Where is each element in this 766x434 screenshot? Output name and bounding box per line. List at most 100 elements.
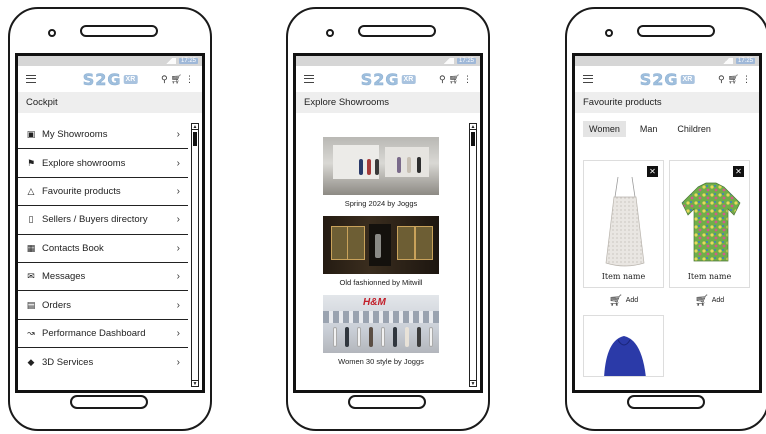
menu-item-contacts-book[interactable]: ▦ Contacts Book › bbox=[18, 235, 188, 263]
chevron-right-icon: › bbox=[176, 129, 180, 141]
menu-item-messages[interactable]: ✉ Messages › bbox=[18, 263, 188, 292]
chevron-right-icon: › bbox=[176, 185, 180, 197]
cart-add-icon: 🛒︎ bbox=[608, 295, 623, 307]
page-title: Cockpit bbox=[18, 92, 202, 113]
scroll-down-icon[interactable]: ▼ bbox=[192, 380, 198, 387]
signal-icon bbox=[718, 58, 733, 64]
status-time: 17:25 bbox=[456, 58, 476, 64]
scrollbar[interactable]: ▲ ▼ bbox=[191, 123, 199, 387]
app-bar: S2G XR ⚲ 🛒︎ ⋮ bbox=[575, 66, 759, 92]
status-bar: 17:25 bbox=[296, 56, 480, 66]
chevron-right-icon: › bbox=[176, 271, 180, 283]
home-button[interactable] bbox=[627, 395, 705, 409]
tab-women[interactable]: Women bbox=[583, 121, 626, 137]
hamburger-icon[interactable] bbox=[304, 75, 314, 83]
product-card[interactable]: ✕ Item name bbox=[583, 160, 664, 288]
scroll-down-icon[interactable]: ▼ bbox=[470, 380, 476, 387]
menu-item-label: Messages bbox=[42, 271, 86, 283]
home-button[interactable] bbox=[348, 395, 426, 409]
phone-cockpit: 17:25 S2G XR ⚲ 🛒︎ ⋮ Cockpit ▣ My Showroom… bbox=[8, 7, 212, 431]
chevron-right-icon: › bbox=[176, 299, 180, 311]
product-item bbox=[583, 315, 664, 377]
product-card[interactable] bbox=[583, 315, 664, 377]
cart-icon[interactable]: 🛒︎ bbox=[449, 74, 460, 85]
app-bar-actions: ⚲ 🛒︎ ⋮ bbox=[718, 74, 751, 85]
camera-icon bbox=[605, 29, 613, 37]
more-vert-icon[interactable]: ⋮ bbox=[463, 74, 472, 85]
orders-icon: ▤ bbox=[26, 299, 36, 310]
logo-badge: XR bbox=[123, 74, 138, 84]
tab-man[interactable]: Man bbox=[634, 121, 664, 137]
menu-item-orders[interactable]: ▤ Orders › bbox=[18, 291, 188, 320]
showroom-card[interactable]: H&M Women 30 style by Joggs bbox=[323, 295, 439, 366]
more-vert-icon[interactable]: ⋮ bbox=[185, 74, 194, 85]
menu-item-label: 3D Services bbox=[42, 356, 94, 368]
cart-icon[interactable]: 🛒︎ bbox=[171, 74, 182, 85]
speaker-grille bbox=[637, 25, 715, 37]
product-card[interactable]: ✕ Item name bbox=[669, 160, 750, 288]
scrollbar[interactable]: ▲ ▼ bbox=[469, 123, 477, 387]
hamburger-icon[interactable] bbox=[583, 75, 593, 83]
add-to-cart-button[interactable]: 🛒︎ Add bbox=[669, 294, 750, 307]
showroom-icon: ▣ bbox=[26, 129, 36, 140]
menu-item-label: My Showrooms bbox=[42, 129, 108, 141]
showroom-card[interactable]: Old fashionned by Mitwill bbox=[323, 216, 439, 287]
chevron-right-icon: › bbox=[176, 214, 180, 226]
add-to-cart-button[interactable]: 🛒︎ Add bbox=[583, 294, 664, 307]
scroll-thumb[interactable] bbox=[193, 132, 197, 146]
tab-children[interactable]: Children bbox=[671, 121, 717, 137]
screen-explore: 17:25 S2G XR ⚲ 🛒︎ ⋮ Explore Showrooms Sp… bbox=[293, 53, 483, 393]
logo[interactable]: S2G XR bbox=[639, 69, 695, 89]
search-icon[interactable]: ⚲ bbox=[161, 74, 168, 85]
menu-item-label: Performance Dashboard bbox=[42, 327, 146, 339]
showroom-card[interactable]: Spring 2024 by Joggs bbox=[323, 137, 439, 208]
cube-icon: ◆ bbox=[27, 356, 35, 367]
coat-image bbox=[604, 336, 646, 376]
search-icon[interactable]: ⚲ bbox=[439, 74, 446, 85]
menu-item-label: Contacts Book bbox=[42, 242, 104, 254]
scroll-up-icon[interactable]: ▲ bbox=[192, 124, 198, 130]
mail-icon: ✉ bbox=[27, 271, 35, 282]
menu-item-3d-services[interactable]: ◆ 3D Services › bbox=[18, 348, 188, 376]
more-vert-icon[interactable]: ⋮ bbox=[742, 74, 751, 85]
camera-icon bbox=[326, 29, 334, 37]
cockpit-menu: ▣ My Showrooms › ⚑ Explore showrooms › △ Favo… bbox=[18, 121, 188, 390]
add-label: Add bbox=[711, 297, 725, 304]
screen-favourites: 17:25 S2G XR ⚲ 🛒︎ ⋮ Favourite products W… bbox=[572, 53, 762, 393]
scroll-thumb[interactable] bbox=[471, 132, 475, 146]
logo[interactable]: S2G XR bbox=[360, 69, 416, 89]
category-tabs: Women Man Children bbox=[575, 113, 759, 137]
product-item: ✕ Item name 🛒︎ Add bbox=[583, 160, 664, 307]
home-button[interactable] bbox=[70, 395, 148, 409]
search-icon[interactable]: ⚲ bbox=[718, 74, 725, 85]
showroom-caption: Women 30 style by Joggs bbox=[338, 357, 424, 366]
screen-cockpit: 17:25 S2G XR ⚲ 🛒︎ ⋮ Cockpit ▣ My Showroom… bbox=[15, 53, 205, 393]
logo[interactable]: S2G XR bbox=[82, 69, 138, 89]
status-bar: 17:25 bbox=[575, 56, 759, 66]
speaker-grille bbox=[358, 25, 436, 37]
menu-item-favourite-products[interactable]: △ Favourite products › bbox=[18, 178, 188, 207]
chevron-right-icon: › bbox=[176, 327, 180, 339]
menu-item-label: Favourite products bbox=[42, 185, 121, 197]
menu-item-label: Orders bbox=[42, 299, 72, 311]
status-bar: 17:25 bbox=[18, 56, 202, 66]
shirt-image bbox=[681, 182, 741, 262]
cart-icon[interactable]: 🛒︎ bbox=[728, 74, 739, 85]
menu-item-performance-dashboard[interactable]: ↝ Performance Dashboard › bbox=[18, 320, 188, 349]
scroll-up-icon[interactable]: ▲ bbox=[470, 124, 476, 130]
menu-item-explore-showrooms[interactable]: ⚑ Explore showrooms › bbox=[18, 149, 188, 178]
logo-text: S2G bbox=[360, 69, 400, 89]
contact-book-icon: ▦ bbox=[26, 242, 36, 253]
menu-item-directory[interactable]: ▯ Sellers / Buyers directory › bbox=[18, 206, 188, 235]
menu-item-my-showrooms[interactable]: ▣ My Showrooms › bbox=[18, 121, 188, 150]
app-bar-actions: ⚲ 🛒︎ ⋮ bbox=[161, 74, 194, 85]
chart-icon: ↝ bbox=[27, 327, 35, 338]
app-bar: S2G XR ⚲ 🛒︎ ⋮ bbox=[296, 66, 480, 92]
add-label: Add bbox=[625, 297, 639, 304]
hamburger-icon[interactable] bbox=[26, 75, 36, 83]
camera-icon bbox=[48, 29, 56, 37]
chevron-right-icon: › bbox=[176, 356, 180, 368]
status-time: 17:25 bbox=[735, 58, 755, 64]
logo-text: S2G bbox=[639, 69, 679, 89]
showroom-list: Spring 2024 by Joggs Old fashionned by M… bbox=[296, 137, 466, 390]
